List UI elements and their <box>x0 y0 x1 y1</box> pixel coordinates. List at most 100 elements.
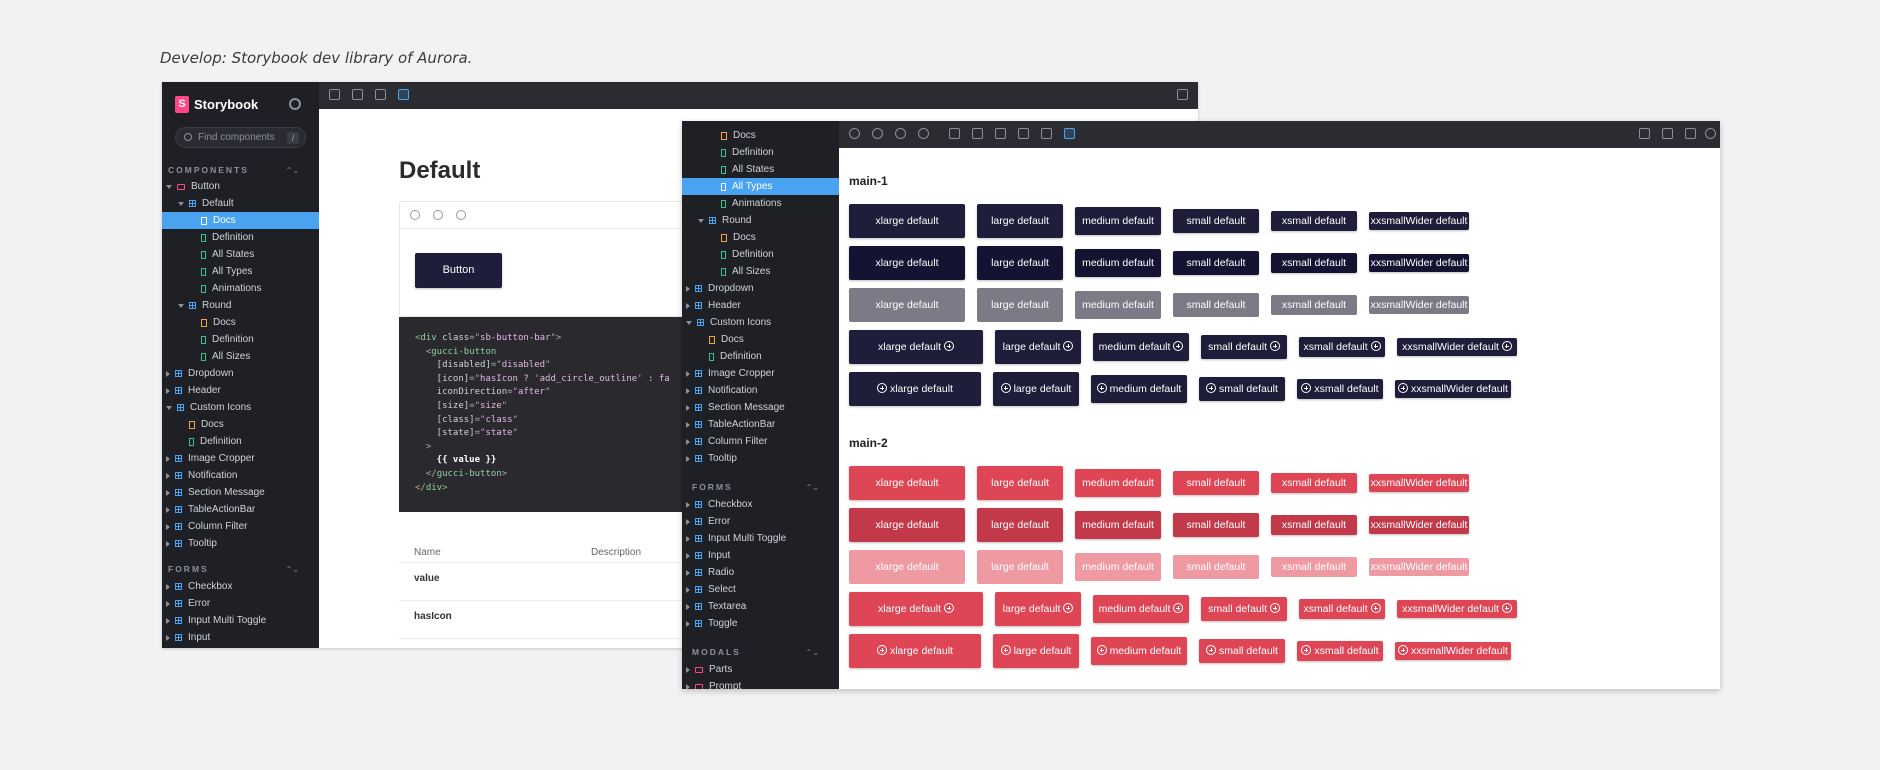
sidebar-item[interactable]: Checkbox <box>682 496 839 513</box>
section-modals[interactable]: MODALS ⌃⌄ <box>682 645 839 659</box>
demo-button[interactable]: medium default <box>1075 291 1161 319</box>
demo-button[interactable]: large default <box>977 550 1063 584</box>
demo-button[interactable]: xxsmallWider default <box>1369 296 1469 314</box>
sidebar-item[interactable]: Definition <box>682 348 839 365</box>
sidebar-item[interactable]: Notification <box>682 382 839 399</box>
demo-button[interactable]: xlarge default <box>849 372 981 406</box>
demo-button[interactable]: xxsmallWider default <box>1369 254 1469 272</box>
demo-button[interactable]: large default <box>995 330 1081 364</box>
open-new-tab-icon[interactable] <box>1685 128 1696 139</box>
demo-button[interactable]: xsmall default <box>1271 253 1357 273</box>
sidebar-item[interactable]: TableActionBar <box>682 416 839 433</box>
sidebar-item[interactable]: Input <box>162 629 319 646</box>
sidebar-item[interactable]: Definition <box>162 331 319 348</box>
demo-button[interactable]: xlarge default <box>849 592 983 626</box>
sidebar-item[interactable]: Header <box>162 382 319 399</box>
sidebar-item[interactable]: Docs <box>682 127 839 144</box>
viewport-icon[interactable] <box>995 128 1006 139</box>
sidebar-item[interactable]: Custom Icons <box>682 314 839 331</box>
sidebar-item[interactable]: All States <box>682 161 839 178</box>
sidebar-item[interactable]: Definition <box>162 433 319 450</box>
demo-button[interactable]: xxsmallWider default <box>1369 516 1469 534</box>
sidebar-item[interactable]: Prompt <box>682 678 839 689</box>
demo-button[interactable]: medium default <box>1091 375 1187 403</box>
sidebar-item[interactable]: Section Message <box>162 484 319 501</box>
sidebar-item[interactable]: All Sizes <box>682 263 839 280</box>
sidebar-item[interactable]: Default <box>162 195 319 212</box>
demo-button[interactable]: xsmall default <box>1271 211 1357 231</box>
docs-mode-icon[interactable] <box>398 89 409 100</box>
demo-button[interactable]: small default <box>1199 377 1285 401</box>
sidebar-item[interactable]: Animations <box>682 195 839 212</box>
demo-button[interactable]: xsmall default <box>1271 473 1357 493</box>
demo-button[interactable]: xsmall default <box>1271 557 1357 577</box>
sidebar-item[interactable]: Custom Icons <box>162 399 319 416</box>
sidebar-item[interactable]: All Types <box>682 178 839 195</box>
copy-link-icon[interactable] <box>1705 128 1716 139</box>
sidebar-item[interactable]: TableActionBar <box>162 501 319 518</box>
search-input[interactable]: Find components / <box>175 127 306 148</box>
demo-button[interactable]: large default <box>977 508 1063 542</box>
grid-icon[interactable] <box>329 89 340 100</box>
sidebar-item[interactable]: All States <box>162 246 319 263</box>
sidebar-item[interactable]: Docs <box>162 212 319 229</box>
demo-button[interactable]: xsmall default <box>1299 599 1385 619</box>
zoom-reset-icon[interactable] <box>918 128 929 139</box>
demo-button[interactable]: large default <box>995 592 1081 626</box>
sidebar-item[interactable]: Input Multi Toggle <box>162 612 319 629</box>
demo-button[interactable]: small default <box>1199 639 1285 663</box>
demo-button[interactable]: xxsmallWider default <box>1397 338 1517 356</box>
demo-button[interactable]: xsmall default <box>1297 641 1383 661</box>
outline-icon[interactable] <box>1041 128 1052 139</box>
demo-button[interactable]: xsmall default <box>1297 379 1383 399</box>
demo-button[interactable]: xlarge default <box>849 508 965 542</box>
reload-icon[interactable] <box>849 128 860 139</box>
collapse-icon[interactable]: ⌃⌄ <box>286 565 299 574</box>
sidebar-item[interactable]: Radio <box>682 564 839 581</box>
demo-button[interactable]: small default <box>1201 597 1287 621</box>
demo-button[interactable]: medium default <box>1075 249 1161 277</box>
sidebar-item[interactable]: Parts <box>682 661 839 678</box>
demo-button[interactable]: xlarge default <box>849 550 965 584</box>
gear-icon[interactable] <box>289 98 301 110</box>
sidebar-item[interactable]: Textarea <box>682 598 839 615</box>
brand[interactable]: S Storybook <box>175 96 258 113</box>
sidebar-item[interactable]: Section Message <box>682 399 839 416</box>
demo-button[interactable]: small default <box>1173 513 1259 537</box>
sidebar-item[interactable]: Header <box>682 297 839 314</box>
demo-button[interactable]: large default <box>977 246 1063 280</box>
demo-button[interactable]: large default <box>993 634 1079 668</box>
demo-button[interactable]: small default <box>1173 471 1259 495</box>
sidebar-item[interactable]: Docs <box>682 331 839 348</box>
demo-button[interactable]: small default <box>1173 555 1259 579</box>
background-icon[interactable] <box>949 128 960 139</box>
demo-button[interactable]: xlarge default <box>849 288 965 322</box>
sidebar-item[interactable]: Error <box>162 595 319 612</box>
demo-button[interactable]: xlarge default <box>849 246 965 280</box>
demo-button[interactable]: xxsmallWider default <box>1369 558 1469 576</box>
sidebar-item[interactable]: Animations <box>162 280 319 297</box>
panel-icon[interactable] <box>1639 128 1650 139</box>
fullscreen-icon[interactable] <box>1662 128 1673 139</box>
sidebar-item[interactable]: Button <box>162 178 319 195</box>
zoom-out-icon[interactable] <box>895 128 906 139</box>
sidebar-item[interactable]: Tooltip <box>162 535 319 552</box>
demo-button[interactable]: xsmall default <box>1299 337 1385 357</box>
demo-button[interactable]: xxsmallWider default <box>1397 600 1517 618</box>
sidebar-item[interactable]: Docs <box>162 416 319 433</box>
sidebar-item[interactable]: Error <box>682 513 839 530</box>
demo-button[interactable]: medium default <box>1091 637 1187 665</box>
sidebar-item[interactable]: Dropdown <box>162 365 319 382</box>
zoom-in-icon[interactable] <box>872 128 883 139</box>
sidebar-item[interactable]: Input <box>682 547 839 564</box>
sidebar-item[interactable]: Column Filter <box>682 433 839 450</box>
demo-button[interactable]: xxsmallWider default <box>1395 642 1511 660</box>
demo-button[interactable]: small default <box>1201 335 1287 359</box>
demo-button[interactable]: large default <box>977 466 1063 500</box>
zoom-out-icon[interactable] <box>433 210 443 220</box>
demo-button[interactable]: large default <box>977 288 1063 322</box>
zoom-reset-icon[interactable] <box>456 210 466 220</box>
demo-button[interactable]: xxsmallWider default <box>1369 212 1469 230</box>
demo-button[interactable]: medium default <box>1093 333 1189 361</box>
collapse-icon[interactable]: ⌃⌄ <box>286 166 299 175</box>
